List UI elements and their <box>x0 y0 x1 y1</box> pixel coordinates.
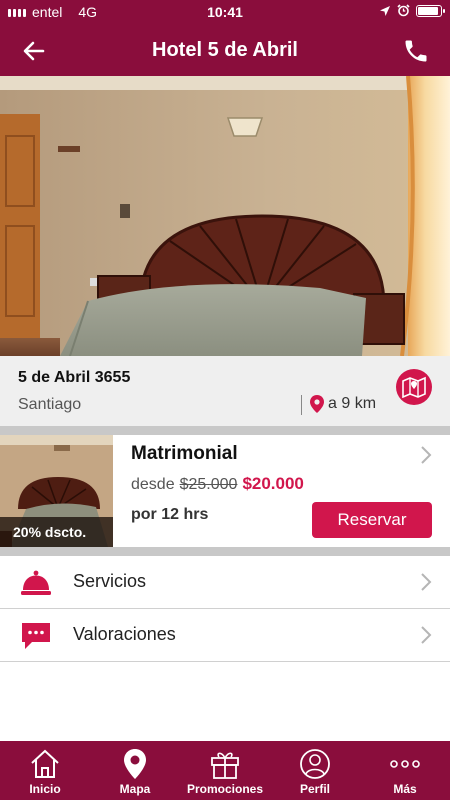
battery-icon <box>416 4 445 17</box>
menu-item-label: Servicios <box>73 571 147 591</box>
hotel-photo[interactable] <box>0 76 450 356</box>
distance-info: a 9 km <box>310 395 376 413</box>
battery-level <box>418 6 438 15</box>
phone-icon <box>405 40 427 62</box>
row-divider <box>0 661 450 662</box>
distance-value: a 9 km <box>328 395 377 412</box>
reserve-button[interactable]: Reservar <box>312 502 432 538</box>
map-pin-icon <box>124 749 146 779</box>
location-pin-icon <box>310 395 324 413</box>
page-title: Hotel 5 de Abril <box>152 39 298 61</box>
tab-perfil[interactable]: Perfil <box>270 741 360 800</box>
tab-mas[interactable]: Más <box>360 741 450 800</box>
open-map-button[interactable] <box>396 369 432 405</box>
hotel-address: 5 de Abril 3655 <box>18 369 131 386</box>
menu-item-valoraciones[interactable]: Valoraciones <box>0 609 450 661</box>
address-strip: 5 de Abril 3655 Santiago a 9 km <box>0 356 450 426</box>
stay-duration: por 12 hrs <box>131 506 209 523</box>
tab-mapa[interactable]: Mapa <box>90 741 180 800</box>
original-price: $25.000 <box>179 476 238 493</box>
chevron-right-icon[interactable] <box>419 445 433 465</box>
user-icon <box>300 749 330 779</box>
more-icon <box>390 760 420 768</box>
chevron-right-icon <box>421 573 432 591</box>
status-right <box>379 4 445 17</box>
hotel-city: Santiago <box>18 396 82 413</box>
location-arrow-icon <box>380 5 390 16</box>
menu-item-servicios[interactable]: Servicios <box>0 556 450 608</box>
discounted-price: $20.000 <box>242 474 304 493</box>
menu-item-label: Valoraciones <box>73 624 176 644</box>
gift-icon <box>211 752 239 779</box>
app-header: Hotel 5 de Abril <box>0 26 450 76</box>
chevron-right-icon <box>421 626 432 644</box>
room-thumbnail: 20% dscto. <box>0 435 113 547</box>
section-separator <box>0 426 450 435</box>
room-name: Matrimonial <box>131 443 238 464</box>
bell-icon <box>21 570 51 595</box>
bedroom-illustration <box>0 76 450 356</box>
price-line: desde $25.000 $20.000 <box>131 474 304 494</box>
price-from-label: desde <box>131 476 175 493</box>
tab-label: Promociones <box>186 782 264 796</box>
tab-promociones[interactable]: Promociones <box>180 741 270 800</box>
bottom-tab-bar: Inicio Mapa Promociones Perfil Más <box>0 741 450 800</box>
tab-label: Inicio <box>29 782 61 796</box>
tab-label: Perfil <box>299 782 330 796</box>
section-separator <box>0 547 450 556</box>
call-button[interactable] <box>402 37 430 65</box>
alarm-icon <box>397 4 410 17</box>
discount-badge: 20% dscto. <box>0 517 113 547</box>
chat-bubble-icon <box>22 623 50 649</box>
room-card[interactable]: 20% dscto. Matrimonial desde $25.000 $20… <box>0 435 450 547</box>
status-bar: entel 4G 10:41 <box>0 0 450 26</box>
map-icon <box>402 376 426 398</box>
tab-label: Más <box>393 782 417 796</box>
tab-inicio[interactable]: Inicio <box>0 741 90 800</box>
address-divider <box>301 395 302 415</box>
home-icon <box>31 749 59 778</box>
tab-label: Mapa <box>119 782 151 796</box>
